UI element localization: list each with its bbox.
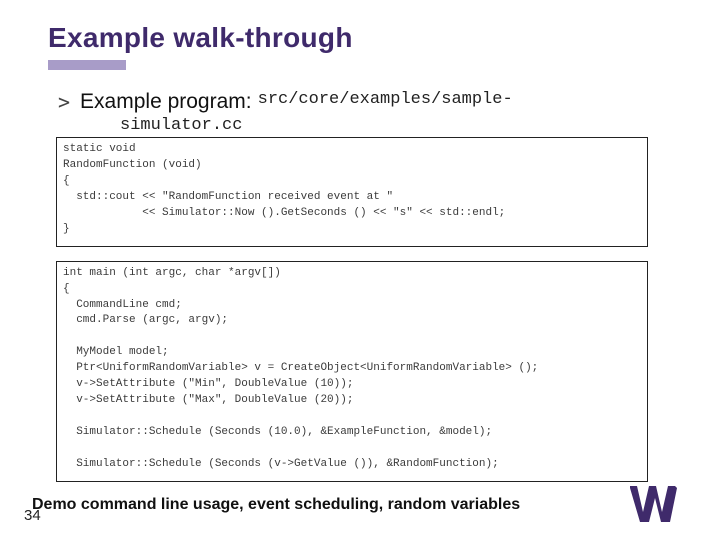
slide: Example walk-through > Example program: …	[0, 0, 720, 540]
page-number: 34	[24, 507, 41, 524]
code-block-2: int main (int argc, char *argv[]) { Comm…	[56, 261, 648, 482]
code-block-1: static void RandomFunction (void) { std:…	[56, 137, 648, 247]
title-underline	[48, 60, 126, 70]
code-path-line1: src/core/examples/sample-	[258, 90, 513, 109]
uw-logo-icon	[628, 482, 690, 526]
bullet-label: Example program:	[80, 90, 252, 114]
demo-caption: Demo command line usage, event schedulin…	[32, 496, 672, 514]
bullet-row: > Example program: src/core/examples/sam…	[48, 90, 672, 114]
slide-title: Example walk-through	[48, 22, 672, 54]
bullet-marker: >	[58, 90, 70, 114]
code-path-line2: simulator.cc	[120, 116, 672, 135]
